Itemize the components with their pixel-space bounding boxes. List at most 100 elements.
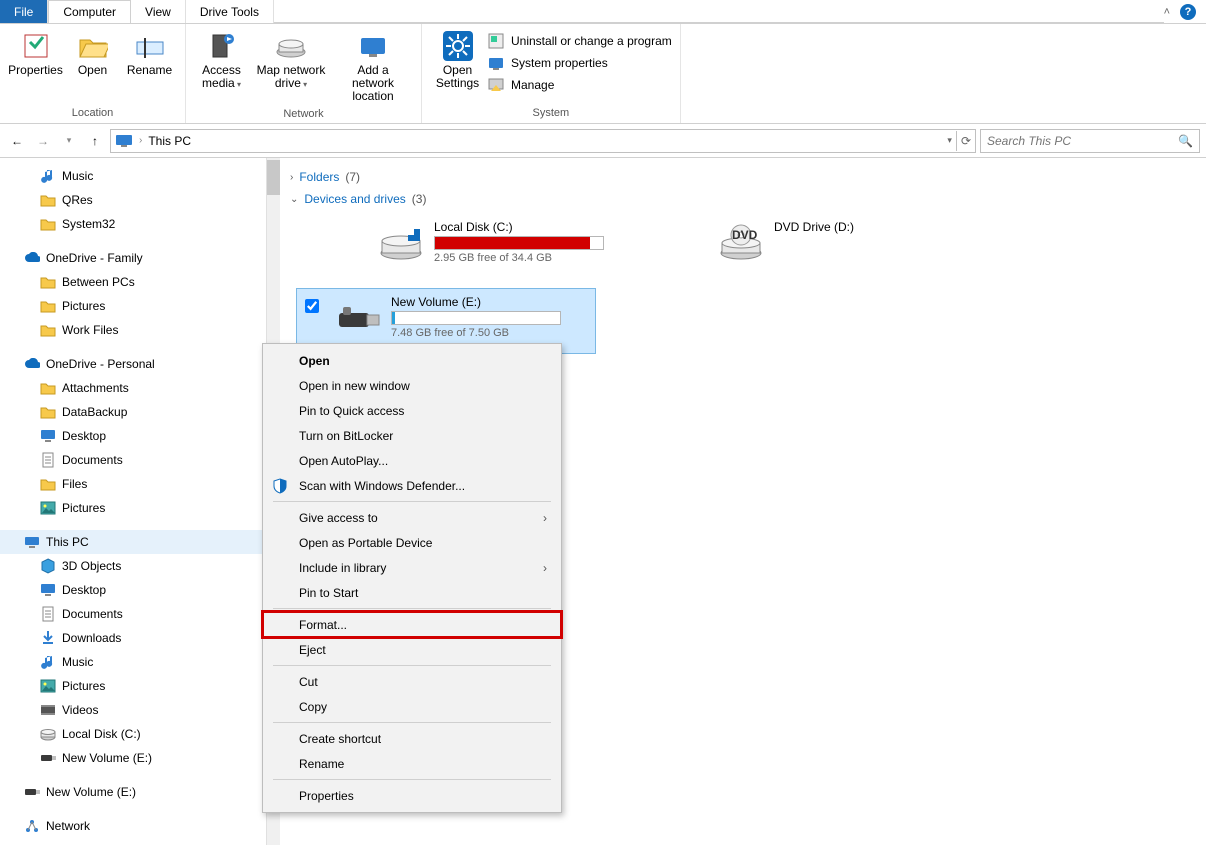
- tree-item[interactable]: Documents: [0, 602, 266, 626]
- section-drives[interactable]: ⌄ Devices and drives (3): [290, 188, 1196, 210]
- collapse-ribbon-icon[interactable]: ˄: [1164, 6, 1170, 18]
- tree-item[interactable]: OneDrive - Personal: [0, 352, 266, 376]
- ribbon: Properties Open Rename Location: [0, 24, 1206, 124]
- context-item[interactable]: Scan with Windows Defender...: [263, 473, 561, 498]
- open-settings-button[interactable]: Open Settings: [430, 28, 485, 92]
- drive-e-checkbox[interactable]: [305, 295, 325, 313]
- rename-icon: [134, 30, 166, 62]
- desktop-icon: [40, 582, 56, 598]
- search-input[interactable]: [987, 134, 1193, 148]
- context-item[interactable]: Copy: [263, 694, 561, 719]
- tree-item[interactable]: DataBackup: [0, 400, 266, 424]
- tree-item[interactable]: OneDrive - Family: [0, 246, 266, 270]
- tree-item[interactable]: Pictures: [0, 674, 266, 698]
- tab-view[interactable]: View: [131, 0, 186, 23]
- context-item[interactable]: Cut: [263, 669, 561, 694]
- tree-item[interactable]: Pictures: [0, 496, 266, 520]
- search-box[interactable]: 🔍: [980, 129, 1200, 153]
- tab-drive-tools[interactable]: Drive Tools: [186, 0, 274, 23]
- rename-label: Rename: [127, 64, 172, 77]
- tree-item[interactable]: Documents: [0, 448, 266, 472]
- drive-local-disk-c[interactable]: Local Disk (C:) 2.95 GB free of 34.4 GB: [340, 214, 640, 280]
- hdd-icon: [378, 220, 424, 266]
- address-bar[interactable]: › This PC ▾ ⟳: [110, 129, 976, 153]
- context-item[interactable]: Rename: [263, 751, 561, 776]
- refresh-icon[interactable]: ⟳: [961, 134, 971, 148]
- tree-item[interactable]: Local Disk (C:): [0, 722, 266, 746]
- tree-item[interactable]: QRes: [0, 188, 266, 212]
- map-network-drive-button[interactable]: Map network drive: [251, 28, 331, 92]
- tree-item[interactable]: Files: [0, 472, 266, 496]
- navigation-tree[interactable]: Music QRes System32 OneDrive - FamilyBetwee…: [0, 158, 266, 845]
- tab-computer-label: Computer: [63, 5, 116, 19]
- open-button[interactable]: Open: [65, 28, 120, 79]
- tree-item[interactable]: Network: [0, 814, 266, 838]
- section-drives-count: (3): [412, 192, 427, 206]
- context-item[interactable]: Pin to Quick access: [263, 398, 561, 423]
- context-item-label: Include in library: [299, 561, 386, 575]
- drive-dvd-d[interactable]: DVD DVD Drive (D:): [680, 214, 980, 264]
- tree-item[interactable]: This PC: [0, 530, 266, 554]
- context-item[interactable]: Format...: [263, 612, 561, 637]
- tree-item[interactable]: Desktop: [0, 424, 266, 448]
- tree-item[interactable]: Music: [0, 650, 266, 674]
- address-dropdown-icon[interactable]: ▾: [947, 135, 952, 146]
- nav-back-button[interactable]: ←: [6, 130, 28, 152]
- tree-item-label: Pictures: [62, 299, 105, 313]
- ribbon-group-location: Properties Open Rename Location: [0, 24, 186, 123]
- tabbar-spacer: [274, 0, 1164, 23]
- context-item[interactable]: Give access to›: [263, 505, 561, 530]
- context-item[interactable]: Pin to Start: [263, 580, 561, 605]
- tree-item[interactable]: 3D Objects: [0, 554, 266, 578]
- tree-item-label: Documents: [62, 453, 123, 467]
- dvd-drive-icon: DVD: [718, 220, 764, 266]
- context-item-label: Pin to Quick access: [299, 404, 404, 418]
- nav-recent-dropdown[interactable]: ▾: [58, 130, 80, 152]
- tree-item[interactable]: New Volume (E:): [0, 780, 266, 804]
- tree-item[interactable]: New Volume (E:): [0, 746, 266, 770]
- tree-item[interactable]: Attachments: [0, 376, 266, 400]
- uninstall-program-button[interactable]: Uninstall or change a program: [487, 32, 672, 50]
- context-item[interactable]: Open as Portable Device: [263, 530, 561, 555]
- tab-computer[interactable]: Computer: [48, 0, 131, 23]
- add-network-location-button[interactable]: Add a network location: [333, 28, 413, 106]
- section-folders-count: (7): [345, 170, 360, 184]
- tree-item[interactable]: System32: [0, 212, 266, 236]
- nav-up-button[interactable]: ↑: [84, 130, 106, 152]
- tab-file[interactable]: File: [0, 0, 48, 23]
- rename-button[interactable]: Rename: [122, 28, 177, 79]
- access-media-button[interactable]: Access media: [194, 28, 249, 92]
- manage-button[interactable]: Manage: [487, 76, 672, 94]
- properties-icon: [20, 30, 52, 62]
- tree-item[interactable]: Downloads: [0, 626, 266, 650]
- tree-item-label: Network: [46, 819, 90, 833]
- folder-icon: [40, 476, 56, 492]
- context-item[interactable]: Include in library›: [263, 555, 561, 580]
- context-item[interactable]: Eject: [263, 637, 561, 662]
- drive-c-checkbox[interactable]: [348, 220, 368, 224]
- properties-button[interactable]: Properties: [8, 28, 63, 79]
- tree-item[interactable]: Work Files: [0, 318, 266, 342]
- tree-item[interactable]: Desktop: [0, 578, 266, 602]
- context-item[interactable]: Create shortcut: [263, 726, 561, 751]
- section-folders[interactable]: › Folders (7): [290, 166, 1196, 188]
- context-item[interactable]: Open in new window: [263, 373, 561, 398]
- tree-item[interactable]: Videos: [0, 698, 266, 722]
- cloud-icon: [24, 356, 40, 372]
- context-item[interactable]: Open: [263, 348, 561, 373]
- tree-item-label: QRes: [62, 193, 93, 207]
- breadcrumb-this-pc[interactable]: This PC: [148, 134, 191, 148]
- context-item[interactable]: Turn on BitLocker: [263, 423, 561, 448]
- tree-item[interactable]: Music: [0, 164, 266, 188]
- system-properties-button[interactable]: System properties: [487, 54, 672, 72]
- context-item[interactable]: Open AutoPlay...: [263, 448, 561, 473]
- context-item-label: Pin to Start: [299, 586, 358, 600]
- context-item[interactable]: Properties: [263, 783, 561, 808]
- group-location-label: Location: [8, 105, 177, 121]
- help-icon[interactable]: ?: [1180, 4, 1196, 20]
- tree-item[interactable]: Pictures: [0, 294, 266, 318]
- ribbon-tabbar: File Computer View Drive Tools ˄ ?: [0, 0, 1206, 24]
- tree-item[interactable]: Between PCs: [0, 270, 266, 294]
- scroll-thumb[interactable]: [267, 160, 280, 195]
- nav-forward-button[interactable]: →: [32, 130, 54, 152]
